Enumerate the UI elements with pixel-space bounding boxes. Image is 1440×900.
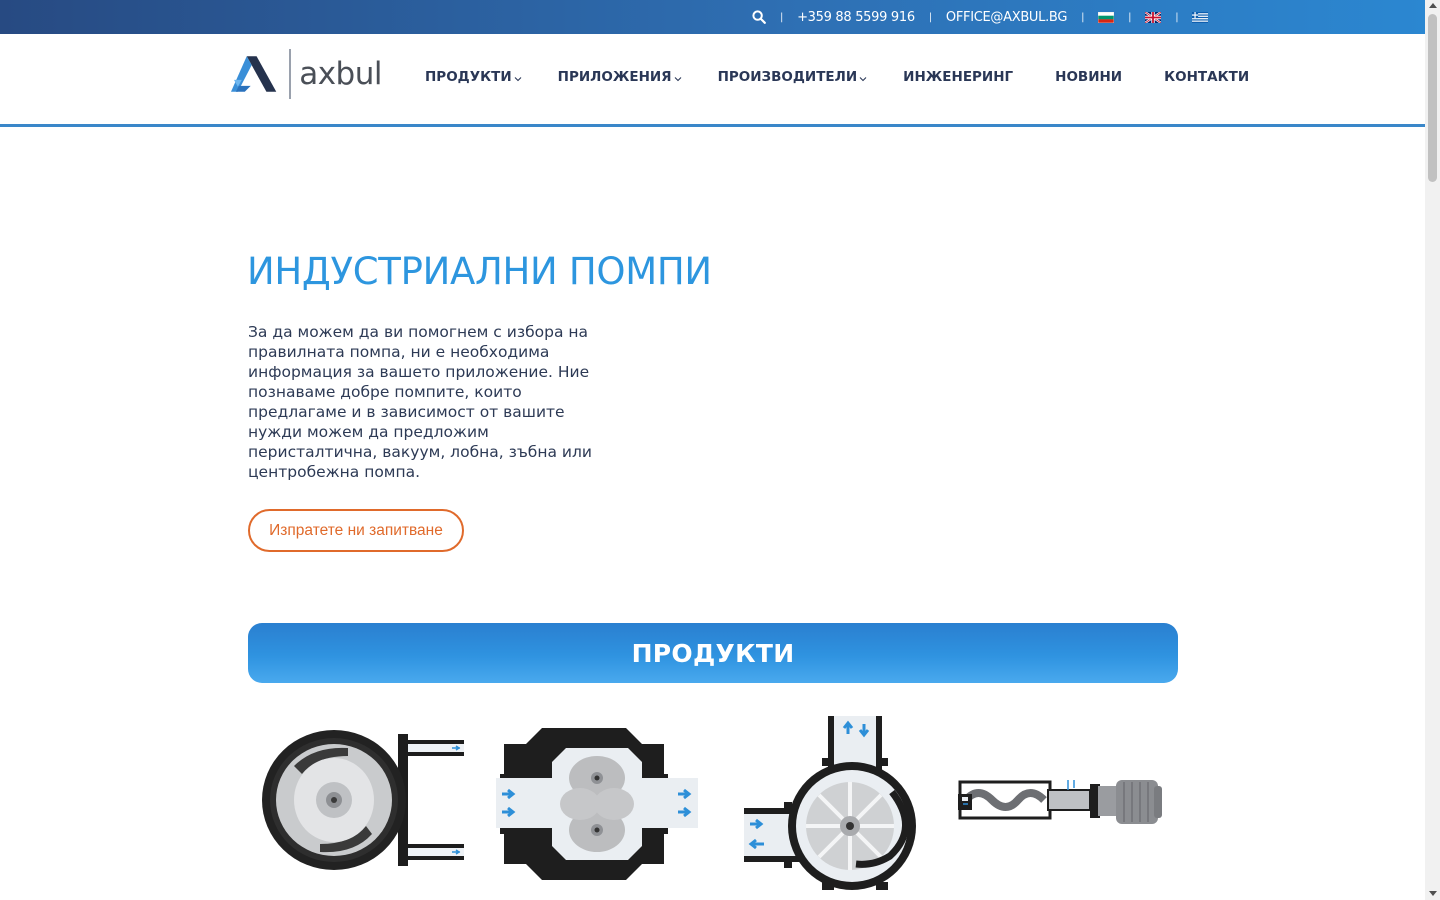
- email-link[interactable]: OFFICE@AXBUL.BG: [946, 10, 1067, 25]
- products-heading: ПРОДУКТИ: [631, 638, 795, 668]
- top-bar: | +359 88 5599 916 | OFFICE@AXBUL.BG | |…: [0, 0, 1425, 34]
- nav-item-news[interactable]: НОВИНИ: [1055, 69, 1122, 85]
- page-title: ИНДУСТРИАЛНИ ПОМПИ: [247, 250, 712, 293]
- logo-divider: [289, 49, 292, 99]
- separator: |: [1175, 11, 1179, 23]
- nav-item-label: КОНТАКТИ: [1164, 69, 1250, 85]
- nav-item-label: НОВИНИ: [1055, 69, 1123, 85]
- scroll-down-arrow-icon[interactable]: [1429, 891, 1437, 896]
- peristaltic-pump-icon[interactable]: [262, 726, 466, 874]
- hero-description: За да можем да ви помогнем с избора на п…: [248, 323, 592, 481]
- main-nav: ПРОДУКТИ ПРИЛОЖЕНИЯ ПРОИЗВОДИТЕЛИ ИНЖЕНЕ…: [425, 68, 1249, 86]
- separator: |: [780, 11, 784, 23]
- nav-item-engineering[interactable]: ИНЖЕНЕРИНГ: [903, 69, 1013, 85]
- nav-item-applications[interactable]: ПРИЛОЖЕНИЯ: [558, 69, 682, 85]
- scroll-up-arrow-icon[interactable]: [1429, 3, 1437, 8]
- separator: |: [1128, 11, 1132, 23]
- greek-flag-icon[interactable]: [1192, 11, 1209, 23]
- search-icon[interactable]: [752, 10, 766, 24]
- axbul-logo[interactable]: axbul: [230, 48, 382, 100]
- progressive-cavity-pump-icon[interactable]: [958, 772, 1164, 832]
- nav-item-manufacturers[interactable]: ПРОИЗВОДИТЕЛИ: [718, 69, 868, 85]
- separator: |: [1081, 11, 1085, 23]
- logo-mark-icon: [230, 56, 277, 92]
- nav-item-label: ИНЖЕНЕРИНГ: [903, 69, 1014, 85]
- site-header: axbul ПРОДУКТИ ПРИЛОЖЕНИЯ ПРОИЗВОДИТЕЛИ …: [0, 34, 1425, 127]
- nav-item-label: ПРИЛОЖЕНИЯ: [557, 69, 672, 85]
- nav-item-label: ПРОИЗВОДИТЕЛИ: [717, 69, 858, 85]
- top-bar-contacts: | +359 88 5599 916 | OFFICE@AXBUL.BG | |…: [752, 0, 1209, 34]
- lobe-pump-icon[interactable]: [496, 726, 698, 882]
- send-inquiry-button[interactable]: Изпратете ни запитване: [248, 509, 464, 552]
- separator: |: [928, 11, 932, 23]
- nav-item-label: ПРОДУКТИ: [425, 69, 512, 85]
- vane-pump-icon[interactable]: [744, 716, 916, 890]
- phone-link[interactable]: +359 88 5599 916: [797, 10, 915, 25]
- page-scrollbar[interactable]: [1425, 0, 1440, 900]
- bulgarian-flag-icon[interactable]: [1098, 11, 1115, 23]
- chevron-down-icon: [514, 77, 522, 82]
- nav-item-products[interactable]: ПРОДУКТИ: [425, 69, 522, 85]
- logo-text: axbul: [299, 56, 382, 92]
- products-banner: ПРОДУКТИ: [248, 623, 1178, 683]
- uk-flag-icon[interactable]: [1145, 11, 1162, 23]
- chevron-down-icon: [674, 77, 681, 82]
- scrollbar-thumb[interactable]: [1428, 14, 1437, 182]
- chevron-down-icon: [859, 77, 867, 82]
- nav-item-contacts[interactable]: КОНТАКТИ: [1164, 69, 1249, 85]
